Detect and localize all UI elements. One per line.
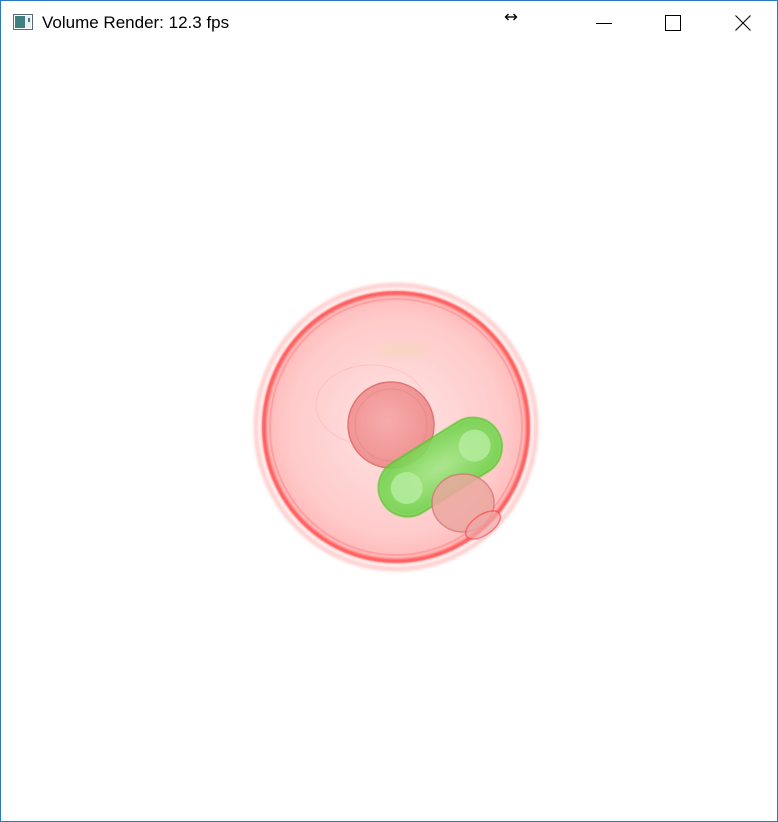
minimize-button[interactable]	[569, 1, 638, 45]
cytoplasm-yellow-tint	[376, 342, 426, 358]
volume-render-viewport[interactable]	[1, 45, 777, 821]
maximize-icon	[664, 15, 681, 31]
minimize-icon	[595, 23, 612, 24]
app-window: Volume Render: 12.3 fps	[0, 0, 778, 822]
window-title: Volume Render: 12.3 fps	[42, 13, 230, 32]
close-icon	[734, 15, 751, 31]
app-window-icon	[13, 14, 33, 30]
close-button[interactable]	[708, 1, 777, 45]
maximize-button[interactable]	[638, 1, 707, 45]
volume-render-canvas	[248, 277, 544, 577]
horizontal-resize-icon	[504, 13, 518, 21]
title-bar[interactable]: Volume Render: 12.3 fps	[1, 1, 777, 45]
